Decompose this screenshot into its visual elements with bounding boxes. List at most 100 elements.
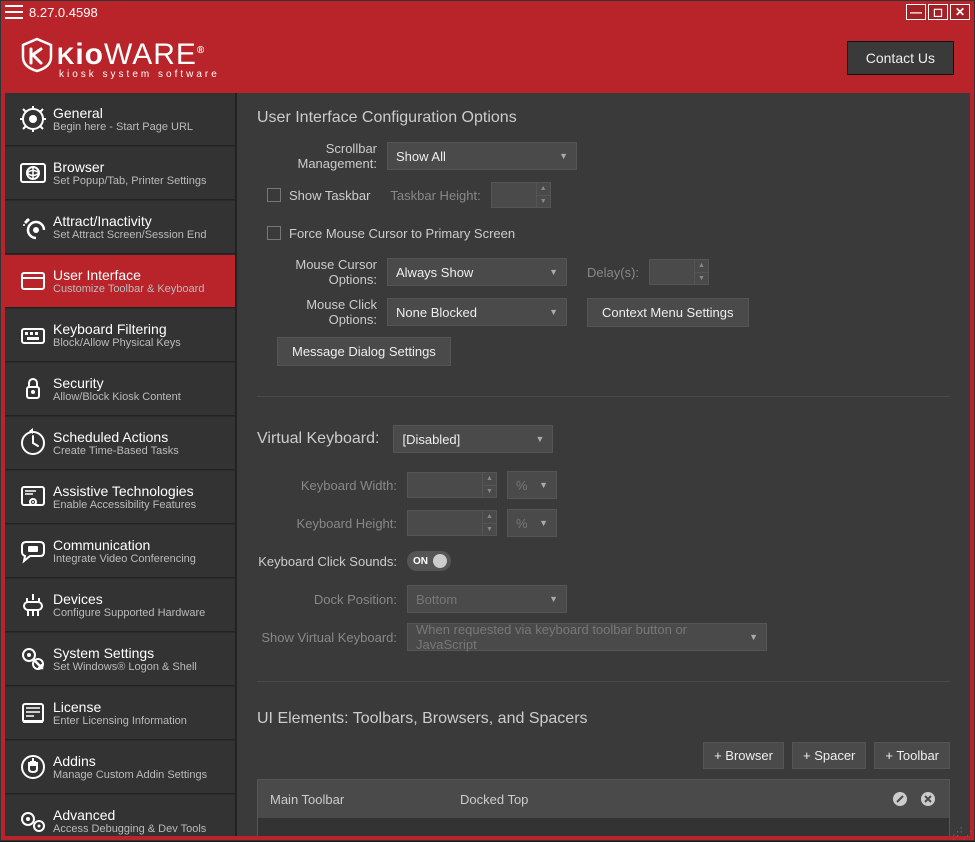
- force-mouse-label: Force Mouse Cursor to Primary Screen: [289, 226, 515, 241]
- section-virtual-keyboard: Virtual Keyboard: [Disabled]▼ Keyboard W…: [257, 425, 950, 682]
- sidebar-item-keyboard-filtering[interactable]: Keyboard FilteringBlock/Allow Physical K…: [5, 309, 235, 362]
- mouse-click-label: Mouse Click Options:: [257, 297, 387, 327]
- sidebar-item-user-interface[interactable]: User InterfaceCustomize Toolbar & Keyboa…: [5, 255, 235, 308]
- sidebar-icon: [13, 481, 53, 513]
- sidebar-item-title: Devices: [53, 591, 227, 607]
- close-button[interactable]: ✕: [950, 4, 970, 20]
- sidebar-item-subtitle: Block/Allow Physical Keys: [53, 337, 227, 349]
- sidebar-icon: [13, 589, 53, 621]
- show-vkbd-select[interactable]: When requested via keyboard toolbar butt…: [407, 623, 767, 651]
- sidebar-icon: [13, 157, 53, 189]
- menu-icon[interactable]: [5, 5, 23, 19]
- sidebar-item-system-settings[interactable]: System SettingsSet Windows® Logon & Shel…: [5, 633, 235, 686]
- toolbar-row-dock: Docked Top: [460, 792, 528, 807]
- sidebar-item-title: Communication: [53, 537, 227, 553]
- sidebar-item-attract-inactivity[interactable]: Attract/InactivitySet Attract Screen/Ses…: [5, 201, 235, 254]
- sidebar-item-title: Keyboard Filtering: [53, 321, 227, 337]
- sidebar-item-title: Assistive Technologies: [53, 483, 227, 499]
- sidebar-item-subtitle: Access Debugging & Dev Tools: [53, 823, 227, 835]
- sidebar-item-title: Advanced: [53, 807, 227, 823]
- delay-spinner[interactable]: ▲▼: [649, 259, 709, 285]
- force-mouse-checkbox[interactable]: [267, 226, 281, 240]
- sidebar-item-security[interactable]: SecurityAllow/Block Kiosk Content: [5, 363, 235, 416]
- sidebar-item-subtitle: Integrate Video Conferencing: [53, 553, 227, 565]
- scrollbar-select[interactable]: Show All▼: [387, 142, 577, 170]
- main-content[interactable]: User Interface Configuration Options Scr…: [235, 93, 970, 836]
- shield-icon: [21, 37, 53, 73]
- message-dialog-button[interactable]: Message Dialog Settings: [277, 337, 451, 366]
- sidebar-icon: [13, 373, 53, 405]
- sidebar-item-subtitle: Manage Custom Addin Settings: [53, 769, 227, 781]
- sidebar-item-title: Scheduled Actions: [53, 429, 227, 445]
- sidebar-item-browser[interactable]: BrowserSet Popup/Tab, Printer Settings: [5, 147, 235, 200]
- sidebar-item-subtitle: Create Time-Based Tasks: [53, 445, 227, 457]
- scrollbar-label: Scrollbar Management:: [257, 141, 387, 171]
- delete-icon[interactable]: [919, 790, 937, 808]
- sidebar-item-devices[interactable]: DevicesConfigure Supported Hardware: [5, 579, 235, 632]
- click-sounds-toggle[interactable]: ON: [407, 551, 451, 571]
- sidebar-item-subtitle: Set Windows® Logon & Shell: [53, 661, 227, 673]
- add-browser-button[interactable]: + Browser: [703, 742, 784, 769]
- sidebar-item-license[interactable]: LicenseEnter Licensing Information: [5, 687, 235, 740]
- dock-position-label: Dock Position:: [257, 592, 407, 607]
- mouse-click-select[interactable]: None Blocked▼: [387, 298, 567, 326]
- sidebar-item-scheduled-actions[interactable]: Scheduled ActionsCreate Time-Based Tasks: [5, 417, 235, 470]
- sidebar-icon: [13, 535, 53, 567]
- kbd-width-unit[interactable]: %▼: [507, 471, 557, 499]
- sidebar-item-subtitle: Enter Licensing Information: [53, 715, 227, 727]
- minimize-button[interactable]: —: [906, 4, 926, 20]
- toolbar-row-name: Main Toolbar: [270, 792, 460, 807]
- sidebar-item-subtitle: Begin here - Start Page URL: [53, 121, 227, 133]
- kbd-width-label: Keyboard Width:: [257, 478, 407, 493]
- mouse-cursor-select[interactable]: Always Show▼: [387, 258, 567, 286]
- sidebar-item-title: Attract/Inactivity: [53, 213, 227, 229]
- show-vkbd-label: Show Virtual Keyboard:: [257, 630, 407, 645]
- brand-tagline: kiosk system software: [59, 69, 220, 80]
- ui-elements-title: UI Elements: Toolbars, Browsers, and Spa…: [257, 710, 950, 728]
- sidebar-item-subtitle: Configure Supported Hardware: [53, 607, 227, 619]
- sidebar-item-subtitle: Enable Accessibility Features: [53, 499, 227, 511]
- sidebar-item-title: Addins: [53, 753, 227, 769]
- sidebar-item-assistive-technologies[interactable]: Assistive TechnologiesEnable Accessibili…: [5, 471, 235, 524]
- sidebar-item-general[interactable]: GeneralBegin here - Start Page URL: [5, 93, 235, 146]
- sidebar-item-title: System Settings: [53, 645, 227, 661]
- brand-logo: KioWARE® kiosk system software: [21, 37, 220, 80]
- kbd-width-spinner[interactable]: ▲▼: [407, 472, 497, 498]
- sidebar[interactable]: GeneralBegin here - Start Page URLBrowse…: [5, 93, 235, 836]
- kbd-click-sounds-label: Keyboard Click Sounds:: [257, 554, 407, 569]
- section-ui-elements: UI Elements: Toolbars, Browsers, and Spa…: [257, 710, 950, 836]
- section-title: User Interface Configuration Options: [257, 109, 950, 127]
- section-ui-config: User Interface Configuration Options Scr…: [257, 109, 950, 397]
- edit-icon[interactable]: [891, 790, 909, 808]
- sidebar-item-addins[interactable]: AddinsManage Custom Addin Settings: [5, 741, 235, 794]
- kbd-height-label: Keyboard Height:: [257, 516, 407, 531]
- sidebar-item-advanced[interactable]: AdvancedAccess Debugging & Dev Tools: [5, 795, 235, 836]
- toolbar-list: Main Toolbar Docked Top: [257, 779, 950, 836]
- vkeyboard-state-select[interactable]: [Disabled]▼: [393, 425, 553, 453]
- sidebar-item-title: Browser: [53, 159, 227, 175]
- sidebar-icon: [13, 643, 53, 675]
- sidebar-icon: [13, 697, 53, 729]
- context-menu-button[interactable]: Context Menu Settings: [587, 298, 749, 327]
- add-toolbar-button[interactable]: + Toolbar: [874, 742, 950, 769]
- sidebar-item-communication[interactable]: CommunicationIntegrate Video Conferencin…: [5, 525, 235, 578]
- dock-position-select[interactable]: Bottom▼: [407, 585, 567, 613]
- add-spacer-button[interactable]: + Spacer: [792, 742, 866, 769]
- sidebar-item-title: User Interface: [53, 267, 227, 283]
- vkeyboard-title: Virtual Keyboard:: [257, 430, 379, 448]
- maximize-button[interactable]: ◻: [928, 4, 948, 20]
- taskbar-height-spinner[interactable]: ▲▼: [491, 182, 551, 208]
- toolbar-row[interactable]: Main Toolbar Docked Top: [258, 780, 949, 818]
- resize-grip[interactable]: ⋰⋰⋰: [952, 830, 972, 838]
- header: KioWARE® kiosk system software Contact U…: [1, 23, 974, 93]
- contact-us-button[interactable]: Contact Us: [847, 41, 954, 75]
- sidebar-item-title: License: [53, 699, 227, 715]
- sidebar-icon: [13, 103, 53, 135]
- sidebar-icon: [13, 211, 53, 243]
- version-label: 8.27.0.4598: [29, 5, 98, 20]
- kbd-height-unit[interactable]: %▼: [507, 509, 557, 537]
- show-taskbar-checkbox[interactable]: [267, 188, 281, 202]
- sidebar-icon: [13, 751, 53, 783]
- sidebar-item-subtitle: Customize Toolbar & Keyboard: [53, 283, 227, 295]
- kbd-height-spinner[interactable]: ▲▼: [407, 510, 497, 536]
